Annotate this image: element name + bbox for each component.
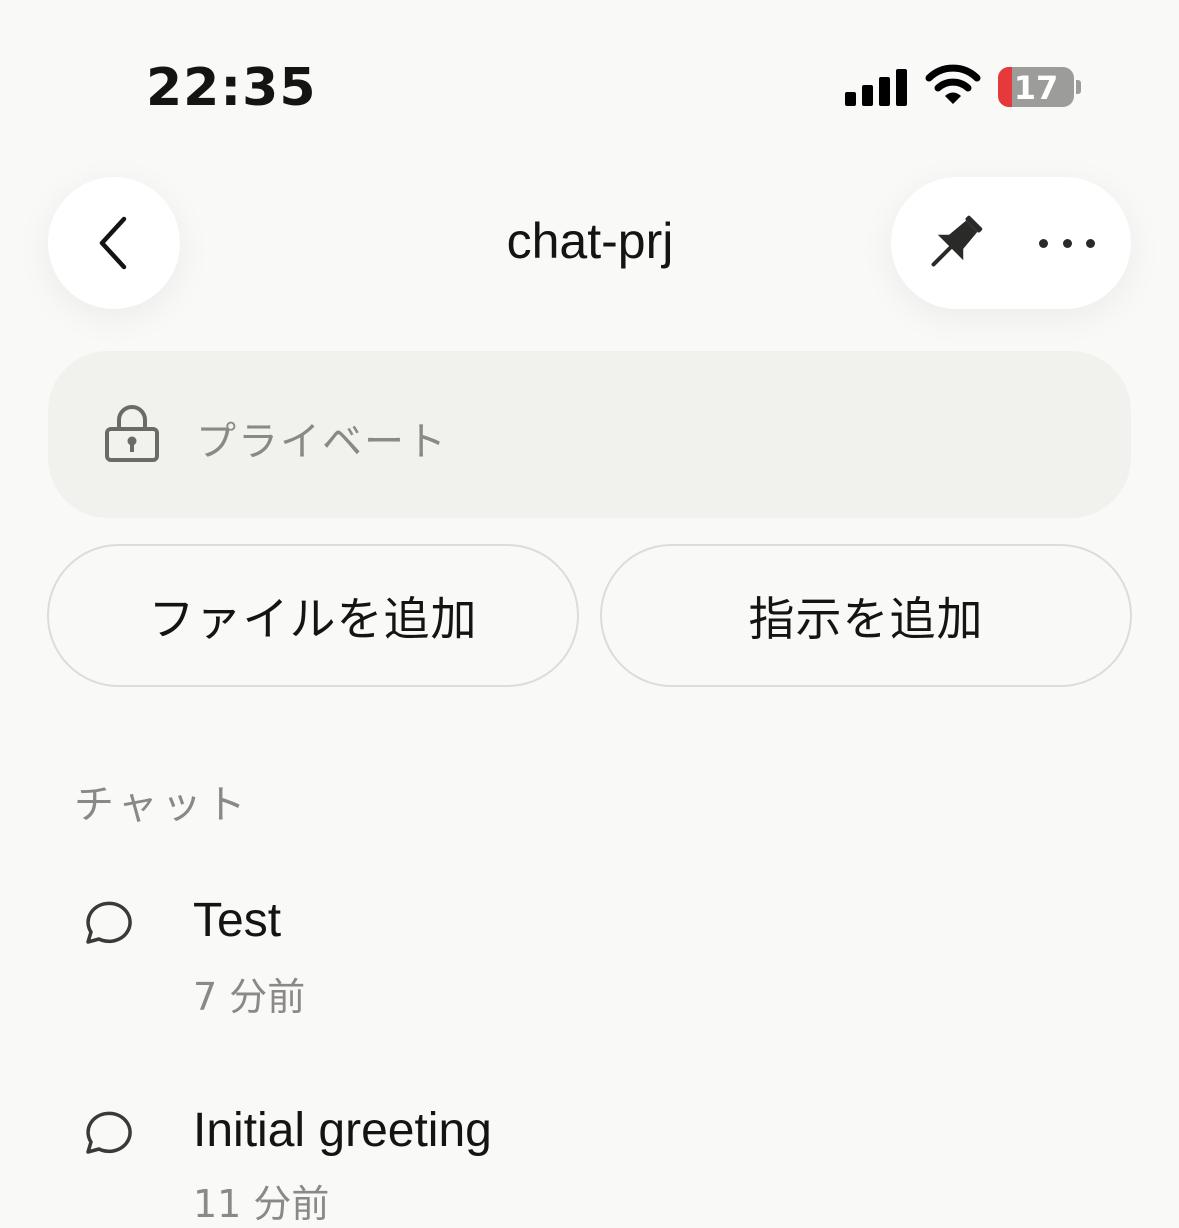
status-time: 22:35 <box>146 58 317 118</box>
chat-time: 11 分前 <box>193 1182 330 1226</box>
chat-bubble-icon <box>86 901 132 944</box>
chat-bubble-icon <box>86 1111 132 1154</box>
chat-title: Test <box>193 894 282 947</box>
chat-title: Initial greeting <box>193 1104 492 1157</box>
chat-time: 7 分前 <box>193 975 306 1019</box>
chevron-left-icon <box>99 216 127 270</box>
back-button[interactable] <box>48 177 180 309</box>
lock-icon <box>105 405 159 462</box>
battery-level: 17 <box>1013 69 1059 107</box>
chats-section-title: チャット <box>74 782 250 828</box>
more-options-button[interactable] <box>1039 227 1095 259</box>
battery-icon: 17 <box>998 67 1074 107</box>
more-dot <box>1062 238 1072 248</box>
add-instructions-button[interactable]: 指示を追加 <box>600 544 1132 687</box>
battery-cap <box>1076 80 1081 94</box>
header-actions <box>891 177 1131 309</box>
visibility-label: プライベート <box>196 419 448 465</box>
add-file-button[interactable]: ファイルを追加 <box>47 544 579 687</box>
page-title: chat-prj <box>506 213 674 269</box>
pin-icon[interactable] <box>927 213 987 273</box>
visibility-selector[interactable]: プライベート <box>48 351 1131 518</box>
wifi-icon <box>925 64 981 104</box>
cellular-signal-icon <box>845 68 907 106</box>
more-dot <box>1086 238 1095 248</box>
more-dot <box>1039 238 1048 248</box>
